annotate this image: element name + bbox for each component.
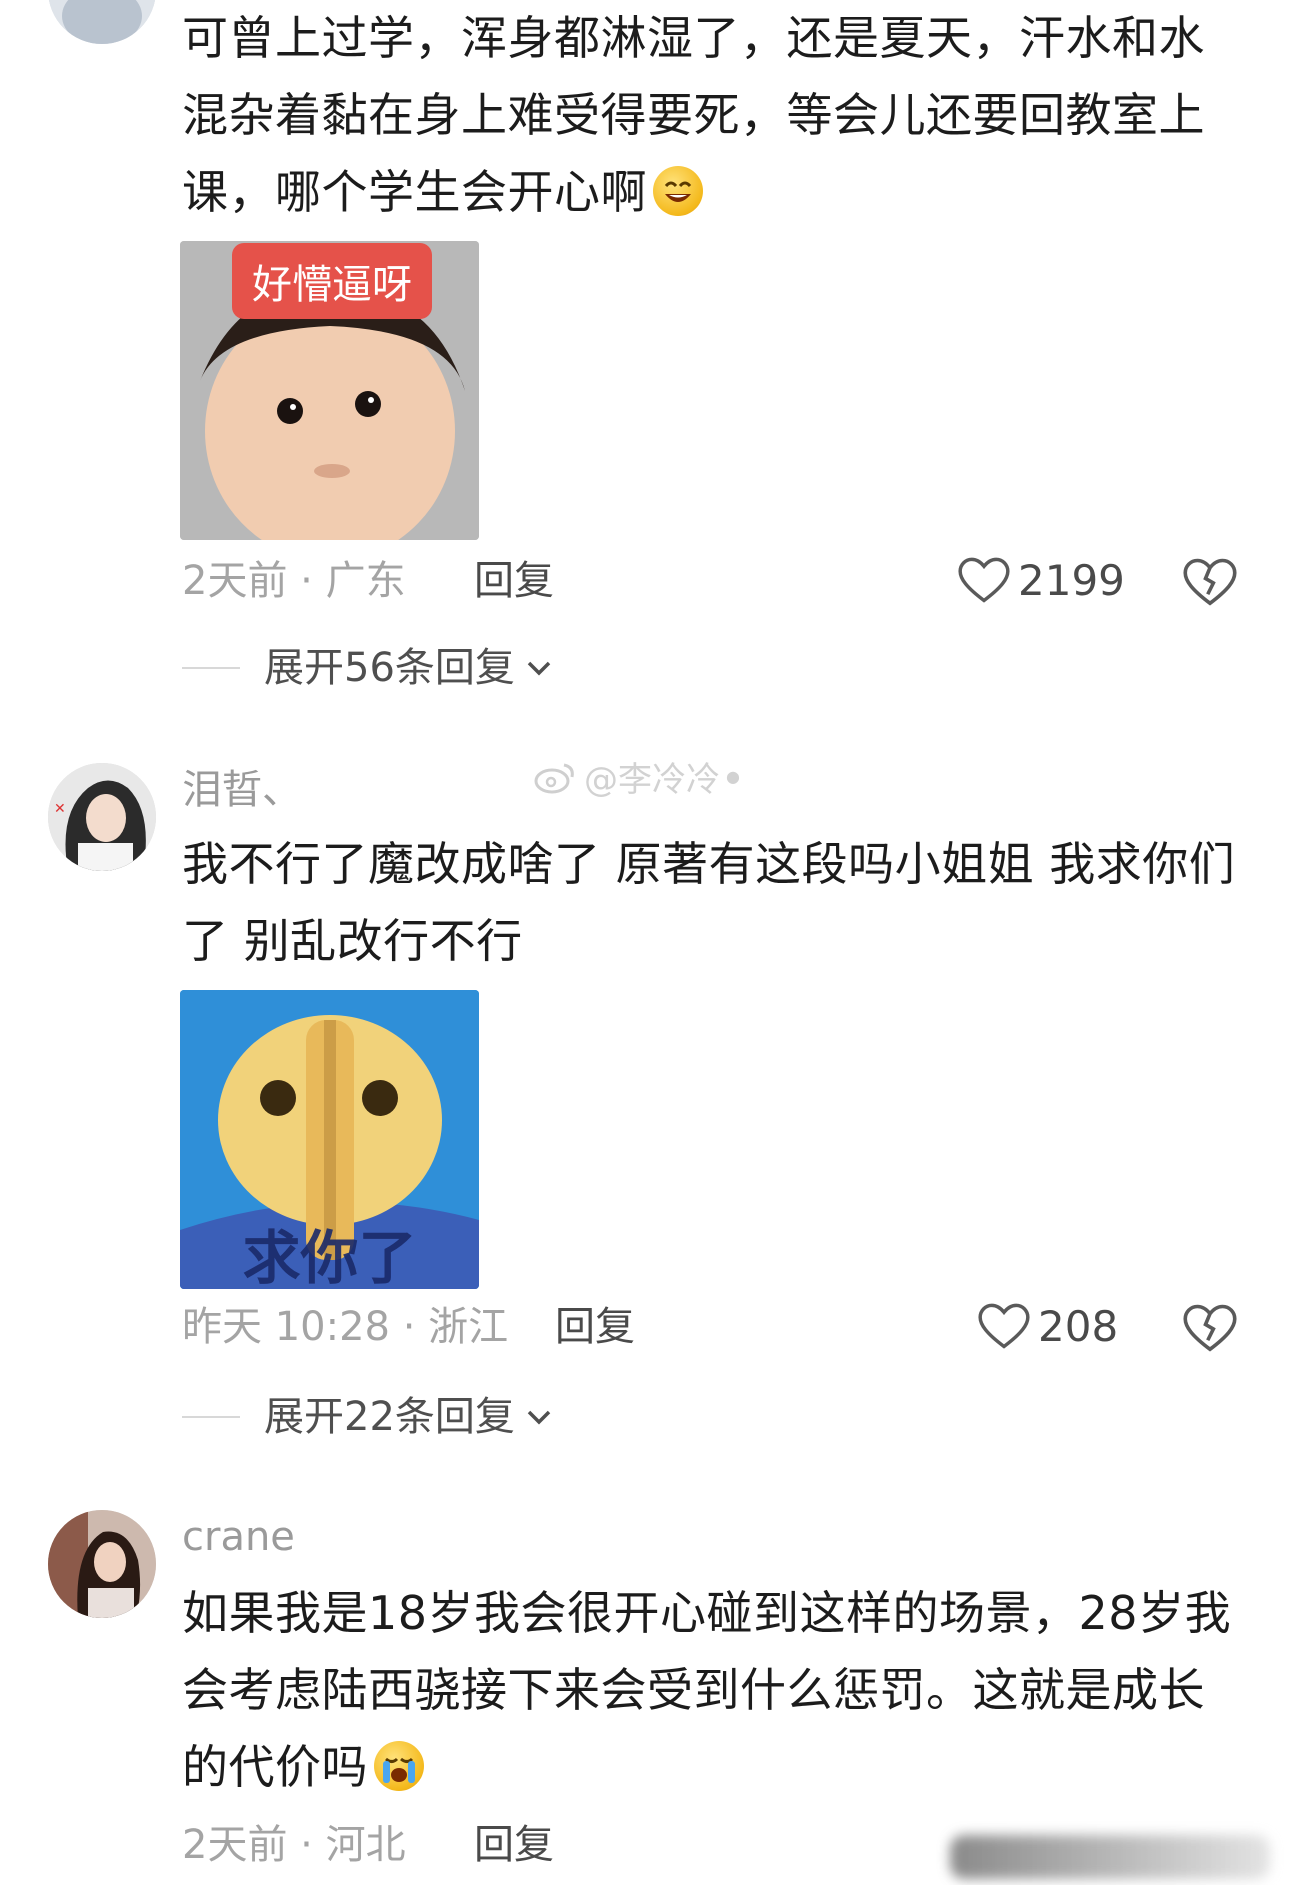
sticker-caption: 好懵逼呀 xyxy=(252,262,412,308)
avatar[interactable] xyxy=(48,1510,156,1618)
avatar[interactable] xyxy=(48,0,156,44)
chevron-down-icon xyxy=(527,661,551,676)
chevron-down-icon xyxy=(527,1410,551,1425)
weibo-logo-icon xyxy=(534,763,574,793)
sticker-image[interactable]: 好懵逼呀 xyxy=(180,241,479,540)
sticker-caption: 求你了 xyxy=(242,1224,417,1289)
divider-line xyxy=(182,667,240,669)
like-button[interactable]: 2199 xyxy=(958,556,1125,606)
comment-location: 河北 xyxy=(325,1822,406,1868)
blurred-overlay xyxy=(950,1835,1270,1879)
avatar-photo: ✕ xyxy=(48,763,156,871)
username[interactable]: crane xyxy=(182,1513,295,1561)
comment-text: 如果我是18岁我会很开心碰到这样的场景，28岁我会考虑陆西骁接下来会受到什么惩罚… xyxy=(182,1586,1232,1794)
comment-time: 2天前 xyxy=(182,1822,288,1868)
meta-separator: · xyxy=(300,558,313,604)
smiling-emoji-icon xyxy=(653,166,703,216)
expand-replies-button[interactable]: 展开22条回复 xyxy=(182,1392,553,1442)
crying-emoji-icon xyxy=(374,1741,424,1791)
comment-text: 我不行了魔改成啥了 原著有这段吗小姐姐 我求你们了 别乱改行不行 xyxy=(182,837,1236,968)
comment-time: 2天前 xyxy=(182,558,288,604)
broken-heart-icon[interactable] xyxy=(1183,1302,1237,1356)
reply-button[interactable]: 回复 xyxy=(474,556,554,606)
broken-heart-icon[interactable] xyxy=(1183,556,1237,610)
sticker-caption-badge: 好懵逼呀 xyxy=(232,243,432,319)
comment-meta: 2天前 · 河北 xyxy=(182,1820,406,1870)
divider-line xyxy=(182,1416,240,1418)
comment-text: 可曾上过学，浑身都淋湿了，还是夏天，汗水和水混杂着黏在身上难受得要死，等会儿还要… xyxy=(182,11,1205,219)
username[interactable]: 泪晢、 xyxy=(182,766,302,814)
like-count: 2199 xyxy=(1018,556,1125,605)
comment-time: 昨天 10:28 xyxy=(182,1304,390,1350)
comment-meta: 昨天 10:28 · 浙江 xyxy=(182,1302,508,1352)
like-button[interactable]: 208 xyxy=(978,1302,1118,1352)
watermark-dot: ● xyxy=(726,767,740,786)
expand-replies-label: 展开22条回复 xyxy=(264,1394,515,1440)
heart-icon xyxy=(978,1303,1030,1349)
heart-icon xyxy=(958,557,1010,603)
watermark: @李冷冷 ● xyxy=(534,752,740,801)
avatar[interactable]: ✕ xyxy=(48,763,156,871)
reply-button[interactable]: 回复 xyxy=(555,1302,635,1352)
watermark-text: @李冷冷 xyxy=(584,760,720,800)
expand-replies-button[interactable]: 展开56条回复 xyxy=(182,643,553,693)
comment-location: 浙江 xyxy=(428,1304,509,1350)
svg-text:✕: ✕ xyxy=(54,801,66,817)
reply-button[interactable]: 回复 xyxy=(474,1820,554,1870)
meta-separator: · xyxy=(300,1822,313,1868)
comment-meta: 2天前 · 广东 xyxy=(182,556,406,606)
avatar-photo xyxy=(48,1510,156,1618)
sticker-image[interactable]: 求你了 xyxy=(180,990,479,1289)
avatar-photo xyxy=(48,0,156,44)
comment-location: 广东 xyxy=(325,558,406,604)
meta-separator: · xyxy=(402,1304,416,1350)
like-count: 208 xyxy=(1038,1302,1119,1351)
expand-replies-label: 展开56条回复 xyxy=(264,645,515,691)
